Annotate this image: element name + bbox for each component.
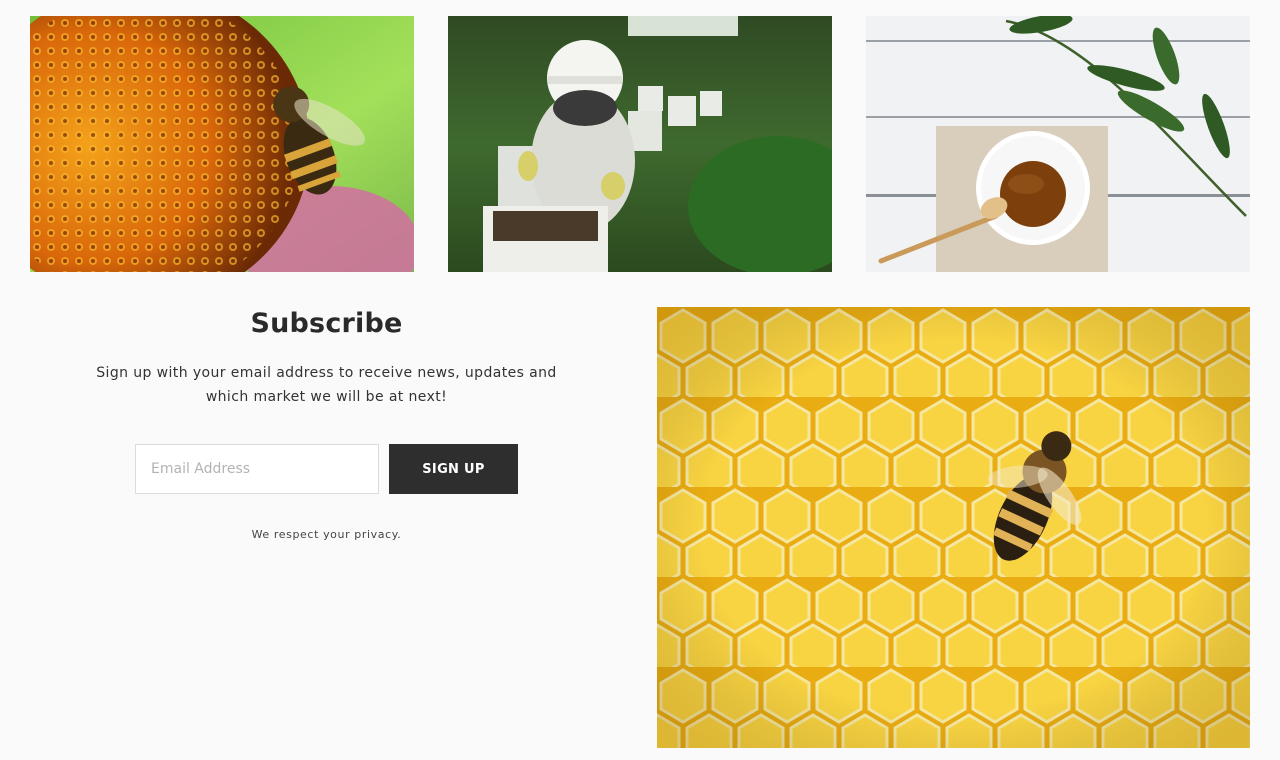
privacy-note: We respect your privacy. (251, 528, 402, 541)
subscribe-section: Subscribe Sign up with your email addres… (30, 300, 623, 541)
photo-bee-on-honeycomb (657, 307, 1250, 748)
photo-bee-on-flower (30, 16, 414, 272)
subscribe-description: Sign up with your email address to recei… (96, 365, 557, 405)
subscribe-form: SIGN UP (30, 444, 623, 494)
photo-honey-bowl (866, 16, 1250, 272)
email-field[interactable] (135, 444, 379, 494)
subscribe-title: Subscribe (250, 308, 403, 339)
photo-beekeeper (448, 16, 832, 272)
sign-up-button[interactable]: SIGN UP (389, 444, 518, 494)
